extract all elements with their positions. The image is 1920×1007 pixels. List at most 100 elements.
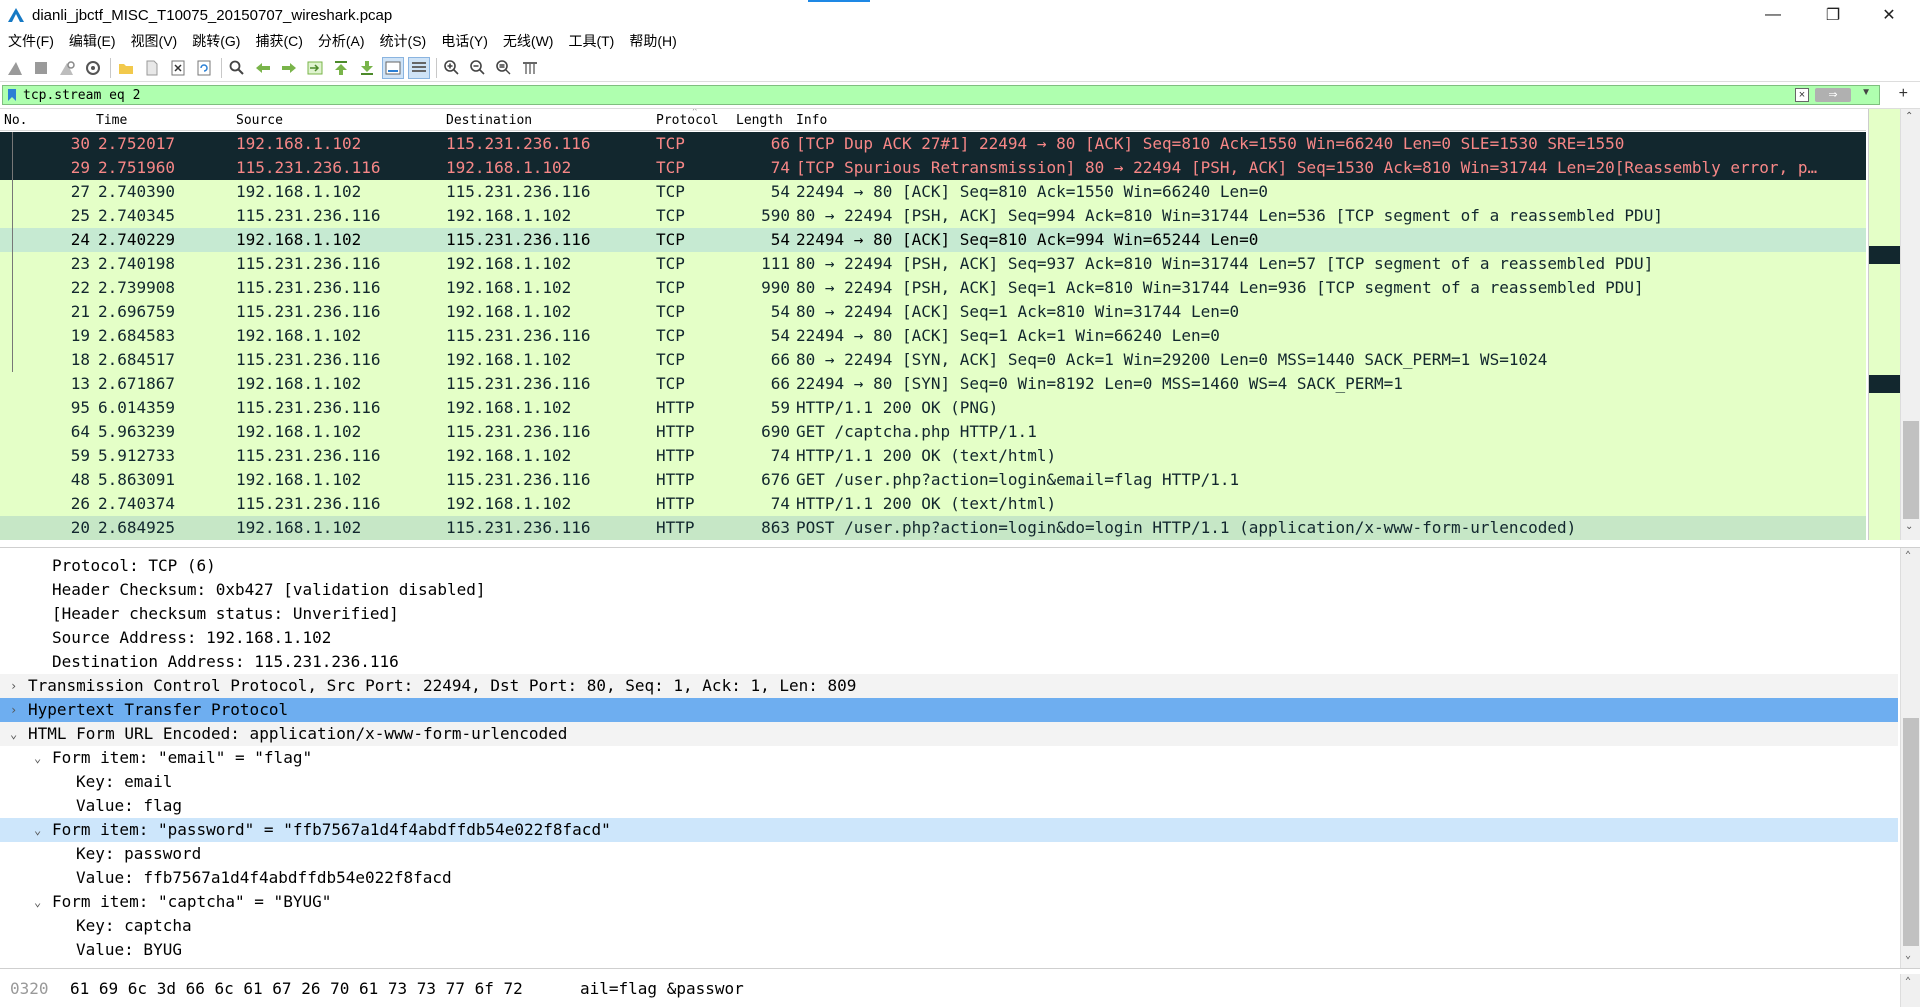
- maximize-button[interactable]: ❐: [1810, 0, 1856, 30]
- packet-row[interactable]: 64 5.963239 192.168.1.102 115.231.236.116 HT…: [0, 420, 1866, 444]
- details-tree-item[interactable]: Key: captcha: [0, 914, 1898, 938]
- details-tree-item[interactable]: Key: password: [0, 842, 1898, 866]
- filter-history-dropdown[interactable]: ▼: [1861, 87, 1871, 98]
- menu-tools[interactable]: 工具(T): [560, 31, 614, 51]
- packet-list-scrollbar[interactable]: ⌃ ⌄: [1900, 109, 1920, 540]
- packet-row[interactable]: 19 2.684583 192.168.1.102 115.231.236.116 TC…: [0, 324, 1866, 348]
- bytes-ascii[interactable]: ail=flag &passwor: [580, 978, 744, 1000]
- details-scrollbar[interactable]: ⌃ ⌄: [1900, 548, 1920, 968]
- packet-row[interactable]: 27 2.740390 192.168.1.102 115.231.236.116 TC…: [0, 180, 1866, 204]
- scroll-down-icon[interactable]: ⌄: [1905, 950, 1911, 961]
- start-capture-button[interactable]: [4, 57, 26, 79]
- details-tree-item[interactable]: Source Address: 192.168.1.102: [0, 626, 1898, 650]
- column-no[interactable]: No.: [4, 113, 27, 128]
- packet-row[interactable]: 13 2.671867 192.168.1.102 115.231.236.116 TC…: [0, 372, 1866, 396]
- apply-filter-button[interactable]: ⇒: [1815, 88, 1851, 102]
- expand-arrow-icon[interactable]: ›: [10, 674, 17, 698]
- scroll-down-icon[interactable]: ⌄: [1905, 521, 1913, 532]
- details-tree-item[interactable]: ⌄ Form item: "password" = "ffb7567a1d4f4a…: [0, 818, 1898, 842]
- restart-capture-button[interactable]: [56, 57, 78, 79]
- details-tree-item[interactable]: Protocol: TCP (6): [0, 554, 1898, 578]
- scroll-thumb[interactable]: [1903, 421, 1919, 519]
- first-packet-button[interactable]: [330, 57, 352, 79]
- last-packet-button[interactable]: [356, 57, 378, 79]
- column-protocol[interactable]: Protocol: [656, 113, 719, 128]
- collapse-arrow-icon[interactable]: ⌄: [34, 890, 41, 914]
- clear-filter-button[interactable]: ×: [1795, 88, 1809, 102]
- packet-row[interactable]: 21 2.696759 115.231.236.116 192.168.1.102 TC…: [0, 300, 1866, 324]
- bookmark-icon[interactable]: [7, 88, 17, 102]
- go-to-packet-button[interactable]: [304, 57, 326, 79]
- packet-row[interactable]: 22 2.739908 115.231.236.116 192.168.1.102 TC…: [0, 276, 1866, 300]
- close-button[interactable]: ✕: [1866, 0, 1912, 30]
- packet-row[interactable]: 29 2.751960 115.231.236.116 192.168.1.102 TC…: [0, 156, 1866, 180]
- display-filter-text[interactable]: tcp.stream eq 2: [23, 88, 140, 103]
- packet-minimap[interactable]: [1868, 109, 1901, 540]
- column-time[interactable]: Time: [96, 113, 127, 128]
- packet-row[interactable]: 59 5.912733 115.231.236.116 192.168.1.102 HT…: [0, 444, 1866, 468]
- zoom-out-button[interactable]: [467, 57, 489, 79]
- go-forward-button[interactable]: [278, 57, 300, 79]
- open-file-button[interactable]: [115, 57, 137, 79]
- details-tree-item[interactable]: ⌄ Form item: "captcha" = "BYUG": [0, 890, 1898, 914]
- menu-go[interactable]: 跳转(G): [184, 31, 240, 51]
- scroll-up-icon[interactable]: ⌃: [1905, 550, 1911, 561]
- minimize-button[interactable]: —: [1750, 0, 1796, 30]
- details-tree-item[interactable]: [Header checksum status: Unverified]: [0, 602, 1898, 626]
- packet-row[interactable]: 26 2.740374 115.231.236.116 192.168.1.102 HT…: [0, 492, 1866, 516]
- details-tree-item[interactable]: ⌄ HTML Form URL Encoded: application/x-ww…: [0, 722, 1898, 746]
- details-tree-item[interactable]: Value: BYUG: [0, 938, 1898, 962]
- menu-wireless[interactable]: 无线(W): [495, 31, 554, 51]
- display-filter-input[interactable]: tcp.stream eq 2 × ⇒ ▼: [2, 85, 1880, 105]
- reload-file-button[interactable]: [193, 57, 215, 79]
- details-tree-item[interactable]: › Hypertext Transfer Protocol: [0, 698, 1898, 722]
- menu-statistics[interactable]: 统计(S): [372, 31, 427, 51]
- auto-scroll-button[interactable]: [382, 56, 404, 79]
- packet-row[interactable]: 24 2.740229 192.168.1.102 115.231.236.116 TC…: [0, 228, 1866, 252]
- capture-options-button[interactable]: [82, 57, 104, 79]
- close-file-button[interactable]: [167, 57, 189, 79]
- menu-edit[interactable]: 编辑(E): [61, 31, 116, 51]
- collapse-arrow-icon[interactable]: ⌄: [34, 818, 41, 842]
- collapse-arrow-icon[interactable]: ⌄: [34, 746, 41, 770]
- resize-columns-button[interactable]: [519, 57, 541, 79]
- packet-row[interactable]: 25 2.740345 115.231.236.116 192.168.1.102 TC…: [0, 204, 1866, 228]
- scroll-thumb[interactable]: [1903, 718, 1919, 946]
- menu-file[interactable]: 文件(F): [0, 31, 54, 51]
- collapse-arrow-icon[interactable]: ⌄: [10, 722, 17, 746]
- details-tree-item[interactable]: Value: ffb7567a1d4f4abdffdb54e022f8facd: [0, 866, 1898, 890]
- colorize-button[interactable]: [408, 56, 430, 79]
- packet-row[interactable]: 30 2.752017 192.168.1.102 115.231.236.116 TC…: [0, 132, 1866, 156]
- save-file-button[interactable]: [141, 57, 163, 79]
- menu-telephony[interactable]: 电话(Y): [433, 31, 488, 51]
- scroll-up-icon[interactable]: ⌃: [1905, 111, 1913, 122]
- details-tree-item[interactable]: ⌄ Form item: "email" = "flag": [0, 746, 1898, 770]
- expand-arrow-icon[interactable]: ›: [10, 698, 17, 722]
- find-packet-button[interactable]: [226, 57, 248, 79]
- packet-row[interactable]: 23 2.740198 115.231.236.116 192.168.1.102 TC…: [0, 252, 1866, 276]
- details-tree-item[interactable]: Value: flag: [0, 794, 1898, 818]
- stop-capture-button[interactable]: [30, 57, 52, 79]
- normal-size-button[interactable]: [493, 57, 515, 79]
- details-tree-item[interactable]: Destination Address: 115.231.236.116: [0, 650, 1898, 674]
- column-destination[interactable]: Destination: [446, 113, 532, 128]
- column-length[interactable]: Length: [736, 113, 783, 128]
- scroll-up-icon[interactable]: ⌃: [1905, 976, 1911, 987]
- bytes-hex[interactable]: 61 69 6c 3d 66 6c 61 67 26 70 61 73 73 7…: [70, 978, 523, 1000]
- go-back-button[interactable]: [252, 57, 274, 79]
- packet-row[interactable]: 18 2.684517 115.231.236.116 192.168.1.102 TC…: [0, 348, 1866, 372]
- details-tree-item[interactable]: Key: email: [0, 770, 1898, 794]
- packet-row[interactable]: 48 5.863091 192.168.1.102 115.231.236.116 HT…: [0, 468, 1866, 492]
- menu-view[interactable]: 视图(V): [123, 31, 178, 51]
- zoom-in-button[interactable]: [441, 57, 463, 79]
- details-tree-item[interactable]: › Transmission Control Protocol, Src Port…: [0, 674, 1898, 698]
- bytes-scrollbar[interactable]: ⌃: [1900, 974, 1920, 1007]
- packet-row[interactable]: 20 2.684925 192.168.1.102 115.231.236.116 HT…: [0, 516, 1866, 540]
- details-tree-item[interactable]: Header Checksum: 0xb427 [validation disa…: [0, 578, 1898, 602]
- add-filter-button[interactable]: +: [1899, 86, 1908, 102]
- packet-row[interactable]: 95 6.014359 115.231.236.116 192.168.1.102 HT…: [0, 396, 1866, 420]
- menu-analyze[interactable]: 分析(A): [310, 31, 365, 51]
- menu-help[interactable]: 帮助(H): [621, 31, 676, 51]
- column-source[interactable]: Source: [236, 113, 283, 128]
- column-info[interactable]: Info: [796, 113, 827, 128]
